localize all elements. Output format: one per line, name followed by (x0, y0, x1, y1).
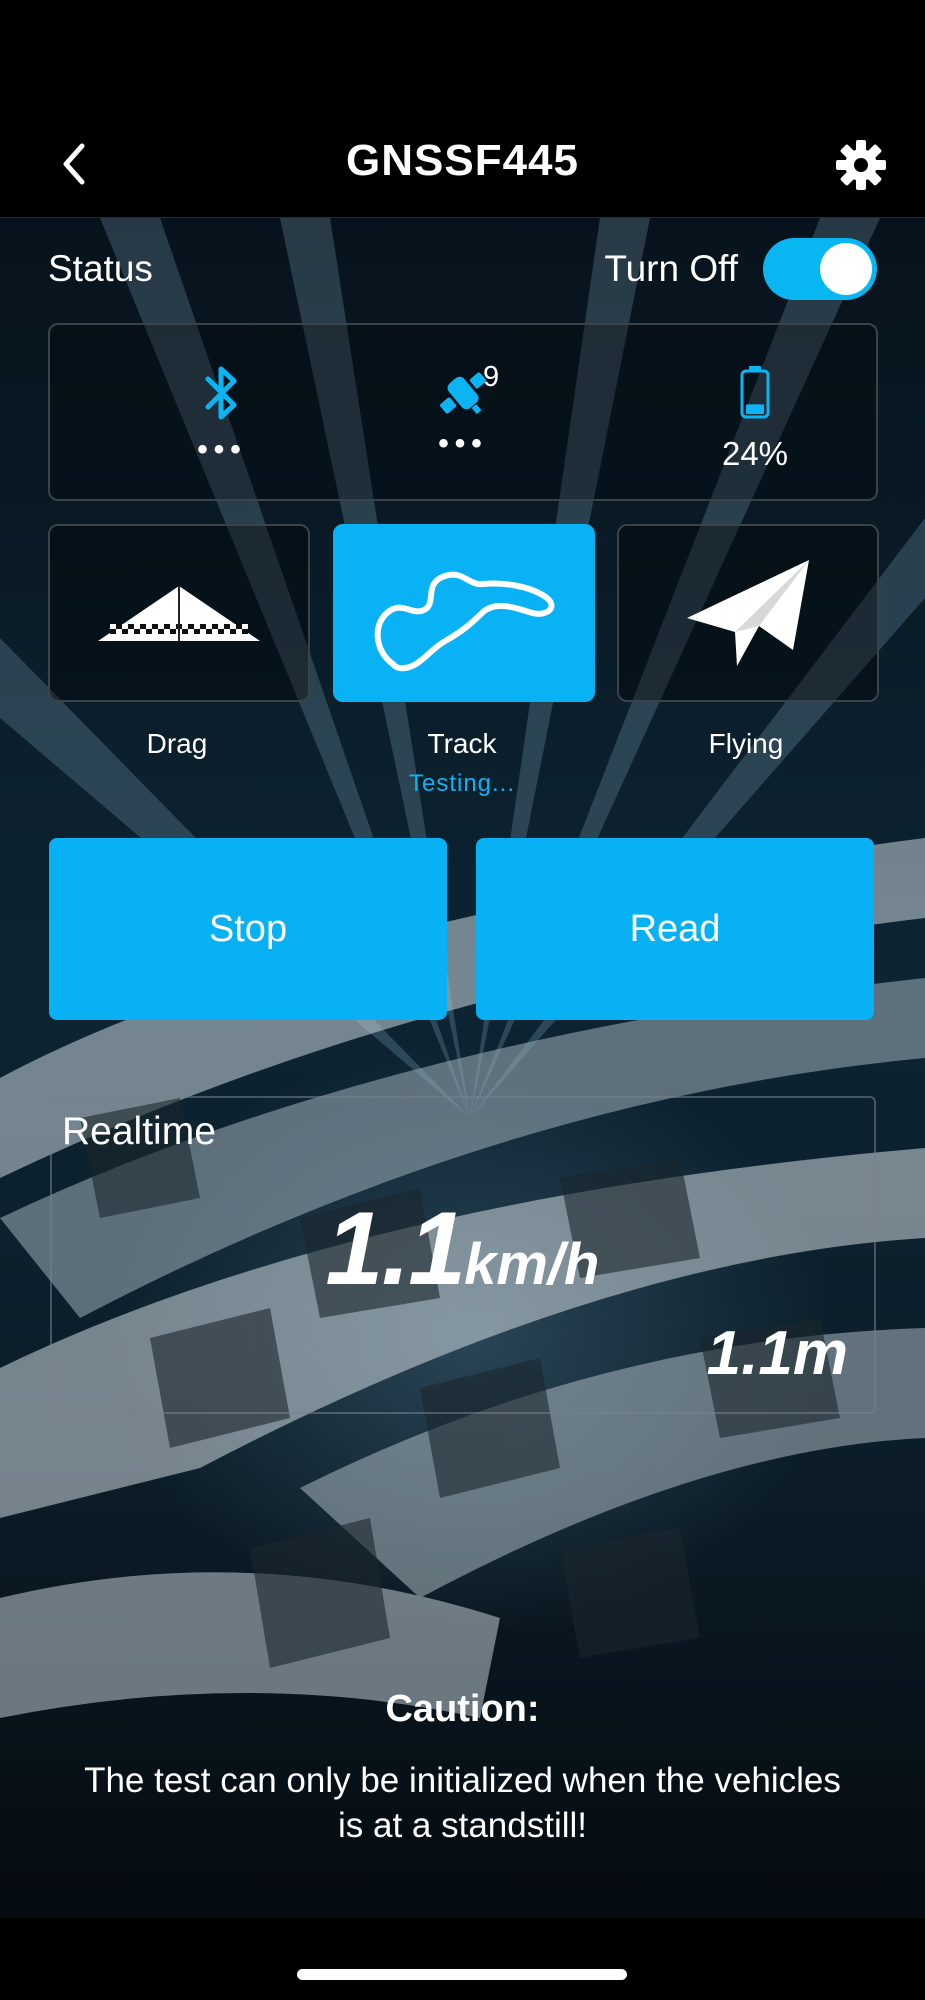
power-toggle[interactable] (763, 238, 877, 300)
realtime-label: Realtime (62, 1110, 216, 1153)
toggle-knob (820, 243, 872, 295)
race-track-icon (374, 571, 555, 672)
device-status-panel: ••• 9 ••• 24% (48, 323, 878, 501)
caution-text: The test can only be initialized when th… (84, 1761, 841, 1845)
battery-percent: 24% (721, 435, 789, 472)
drag-strip-icon (98, 586, 260, 641)
battery-status: 24% (655, 325, 855, 499)
top-bar: GNSSF445 (0, 0, 925, 218)
battery-icon (740, 366, 770, 419)
satellite-count: 9 (483, 361, 500, 393)
read-button[interactable]: Read (476, 838, 874, 1020)
caution-title: Caution: (385, 1688, 540, 1730)
satellite-status: 9 ••• (363, 325, 563, 499)
page-title: GNSSF445 (346, 136, 579, 185)
mode-flying-label: Flying (708, 728, 784, 759)
stop-button[interactable]: Stop (49, 838, 447, 1020)
mode-track-status: Testing... (408, 770, 516, 797)
mode-drag-card[interactable] (48, 524, 310, 702)
bluetooth-status: ••• (122, 325, 322, 499)
paper-plane-icon (687, 560, 809, 666)
speed-value: 1.1 (325, 1191, 467, 1307)
distance-value: 1.1m (706, 1319, 848, 1388)
home-indicator (297, 1969, 627, 1980)
mode-flying-card[interactable] (617, 524, 879, 702)
turn-off-label: Turn Off (604, 248, 738, 289)
settings-button[interactable] (834, 138, 888, 192)
satellite-value: ••• (438, 427, 488, 460)
mode-track-card[interactable] (333, 524, 595, 702)
gear-icon (836, 140, 886, 190)
status-label: Status (48, 248, 153, 289)
mode-track-label: Track (427, 728, 497, 759)
speed-unit: km/h (464, 1232, 600, 1297)
mode-drag-label: Drag (146, 728, 208, 759)
speed-readout: 1.1km/h (0, 1190, 925, 1309)
bluetooth-icon (205, 366, 237, 420)
bluetooth-value: ••• (197, 433, 247, 466)
